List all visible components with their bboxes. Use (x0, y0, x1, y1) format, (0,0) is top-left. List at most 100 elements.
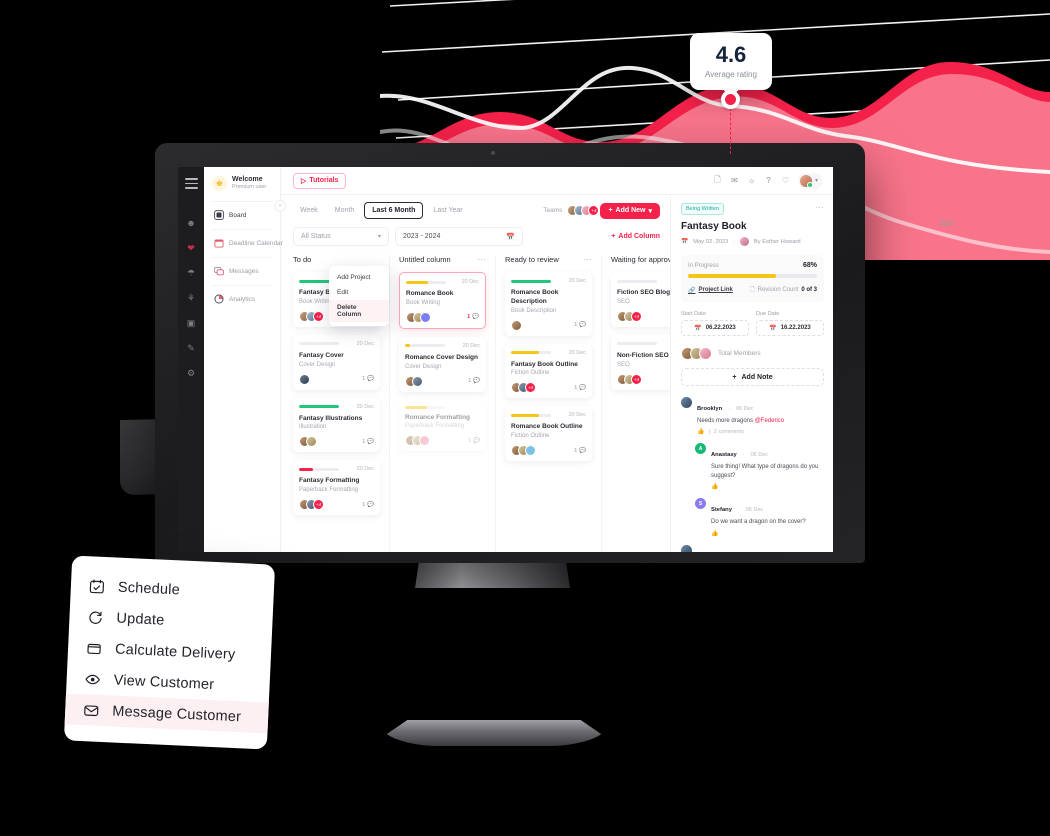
sidebar-item-messages-label: Messages (229, 267, 259, 275)
comment-item: Brooklyn · 06 Dec Pronghorn (681, 544, 824, 552)
card-subtitle: Fiction Outline (511, 370, 550, 377)
key-icon[interactable]: ⚘ (186, 293, 197, 304)
member-avatars[interactable] (681, 347, 712, 360)
context-menu-item-add-project[interactable]: Add Project (329, 270, 389, 285)
more-horizontal-icon[interactable]: ⋯ (816, 203, 825, 212)
kanban-columns: To do 20 Dec Fantasy Book Book Writing (281, 246, 670, 552)
card-comment-count[interactable]: 1💬 (362, 439, 374, 445)
kanban-card[interactable]: 20 Dec Fantasy Book Outline Fiction Outl… (505, 343, 592, 399)
add-note-button[interactable]: + Add Note (681, 368, 824, 386)
tab-last-year[interactable]: Last Year (426, 203, 469, 218)
users-icon[interactable]: ☻ (186, 218, 197, 229)
column-header: To do (293, 255, 380, 264)
kanban-card[interactable]: 20 Dec Romance Book Outline Fiction Outl… (505, 406, 592, 462)
status-select[interactable]: All Status ▾ (293, 227, 389, 246)
add-new-button[interactable]: + Add New ▾ (600, 202, 660, 219)
card-avatar-overflow: +4 (631, 373, 642, 385)
card-comment-count[interactable]: 1💬 (574, 448, 586, 454)
rating-value: 4.6 (715, 42, 747, 67)
calendar-icon: 📅 (694, 325, 702, 332)
card-comment-count[interactable]: 1💬 (362, 376, 374, 382)
due-date-field[interactable]: 📅 16.22.2023 (756, 320, 824, 336)
card-avatars (405, 375, 423, 387)
menu-item-schedule-label: Schedule (117, 579, 181, 598)
column-title: Waiting for approval (611, 255, 670, 264)
card-comment-count[interactable]: 1💬 (467, 314, 479, 320)
help-icon[interactable]: ? (764, 176, 773, 185)
more-horizontal-icon[interactable]: ⋯ (584, 255, 593, 264)
heart-icon[interactable]: ♡ (781, 176, 790, 185)
card-subtitle: Cover Design (299, 361, 336, 368)
mail-icon[interactable]: ✉ (730, 176, 739, 185)
card-avatars (511, 319, 522, 331)
sidebar-item-analytics[interactable]: Analytics (212, 286, 273, 313)
hamburger-icon[interactable] (184, 178, 198, 192)
date-range-input[interactable]: 2023 - 2024 📅 (395, 227, 523, 246)
tab-last-6-month[interactable]: Last 6 Month (364, 202, 424, 219)
folder-icon (85, 639, 103, 657)
tab-month[interactable]: Month (328, 203, 361, 218)
like-icon[interactable]: 👍 (697, 428, 704, 435)
add-column-button[interactable]: + Add Column (611, 233, 660, 240)
kanban-card[interactable]: Romance Formatting Paperback Formatting … (399, 399, 486, 452)
card-avatars: +4 (617, 373, 642, 385)
revision-count: 🗋 Revision Count 0 of 3 (750, 285, 817, 295)
kanban-card[interactable]: 20 Dec Romance Book Description Book Des… (505, 272, 592, 336)
column-title: Ready to review (505, 255, 559, 264)
card-avatars: +4 (617, 310, 642, 322)
edit-icon[interactable]: ✎ (186, 343, 197, 354)
card-date: 20 Dec (356, 466, 374, 473)
chevron-down-icon: ▾ (377, 234, 381, 240)
card-comment-count[interactable]: 1💬 (574, 322, 586, 328)
card-title: Romance Book Description (511, 289, 559, 305)
tab-week[interactable]: Week (293, 203, 325, 218)
start-date-field[interactable]: 📅 06.22.2023 (681, 320, 749, 336)
teams-avatars[interactable]: +4 (567, 205, 600, 216)
like-icon[interactable]: 👍 (711, 483, 718, 490)
page-title: Fantasy Book (681, 221, 747, 232)
board: Week Month Last 6 Month Last Year Teams (281, 195, 671, 552)
messages-icon (213, 266, 224, 277)
bell-icon[interactable]: ☼ (747, 176, 756, 185)
kanban-card[interactable]: 20 Dec Fiction SEO Blog SEO +4 1� (611, 272, 670, 327)
context-menu-item-edit[interactable]: Edit (329, 285, 389, 300)
status-select-value: All Status (301, 233, 331, 240)
floating-action-menu: Schedule Update Calculate Delivery View … (63, 555, 276, 750)
sidebar-item-board[interactable]: Board (212, 202, 273, 230)
umbrella-icon[interactable]: ☂ (186, 268, 197, 279)
like-icon[interactable]: 👍 (711, 530, 718, 537)
tutorials-label: Tutorials (309, 177, 339, 184)
tutorials-button[interactable]: ▷ Tutorials (293, 172, 347, 189)
card-comment-count[interactable]: 1💬 (362, 502, 374, 508)
context-menu-item-delete-column[interactable]: Delete Column (329, 300, 389, 322)
calendar-icon[interactable]: ▣ (186, 318, 197, 329)
sidebar-collapse-button[interactable]: › (274, 200, 286, 212)
sidebar-item-messages[interactable]: Messages (212, 258, 273, 286)
settings-icon[interactable]: ⚙ (186, 368, 197, 379)
rating-label: Average rating (705, 70, 757, 79)
kanban-card[interactable]: 20 Dec Romance Cover Design Cover Design… (399, 336, 486, 392)
comment-mention[interactable]: @Federico (755, 418, 784, 424)
chevron-down-icon: ▾ (648, 207, 652, 215)
project-link-button[interactable]: 🔗 Project Link (688, 287, 733, 294)
kanban-card[interactable]: 20 Dec Fantasy Cover Cover Design 1 💬 (293, 334, 380, 390)
topbar-avatar-menu[interactable]: ▾ (797, 172, 823, 189)
card-subtitle: Cover Design (405, 363, 442, 370)
kanban-card[interactable]: 20 Dec Non-Fiction SEO Blog SEO +4 (611, 334, 670, 390)
card-comment-count[interactable]: 1💬 (468, 378, 480, 384)
card-avatars: +4 (299, 499, 324, 511)
kanban-card[interactable]: 20 Dec Fantasy Illustrations Illustratio… (293, 397, 380, 453)
heart-icon[interactable]: ❤ (186, 243, 197, 254)
card-comment-count[interactable]: 1💬 (468, 438, 480, 444)
kanban-card[interactable]: 20 Dec Fantasy Formatting Paperback Form… (293, 460, 380, 516)
comment-replies[interactable]: 2 comments (714, 429, 744, 435)
sidebar-user[interactable]: ♚ Welcome Premium user (212, 176, 273, 202)
sidebar-item-deadline-calendar[interactable]: Deadline Calendar (212, 230, 283, 258)
teams-label: Teams (543, 207, 563, 214)
file-icon[interactable]: 🗋 (713, 175, 722, 185)
kanban-card[interactable]: 20 Dec Romance Book Book Writing 1 💬 (399, 272, 486, 329)
more-horizontal-icon[interactable]: ⋯ (478, 255, 487, 264)
calendar-icon: 📅 (506, 233, 515, 241)
comment-date: 06 Dec (745, 507, 764, 514)
card-comment-count[interactable]: 1💬 (574, 385, 586, 391)
